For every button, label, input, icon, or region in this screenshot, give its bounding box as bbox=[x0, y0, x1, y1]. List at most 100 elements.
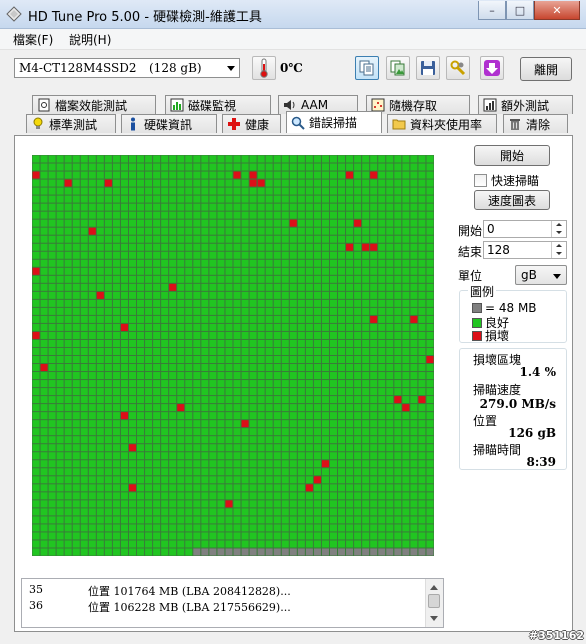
tab-extra-tests[interactable]: 額外測試 bbox=[478, 95, 573, 114]
end-input[interactable]: 128 bbox=[483, 241, 567, 259]
scan-block-good bbox=[370, 291, 378, 299]
scan-block-good bbox=[289, 227, 297, 235]
copy-text-button[interactable] bbox=[355, 56, 379, 80]
scan-block-good bbox=[338, 243, 346, 251]
scan-block-good bbox=[153, 492, 161, 500]
spin-down-icon[interactable] bbox=[551, 250, 566, 258]
tab-error-scan[interactable]: 錯誤掃描 bbox=[286, 111, 382, 133]
scan-block-good bbox=[80, 452, 88, 460]
scan-block-good bbox=[273, 243, 281, 251]
scan-block-good bbox=[410, 508, 418, 516]
scan-block-good bbox=[104, 323, 112, 331]
scan-block-damaged bbox=[346, 171, 354, 179]
tab-health[interactable]: 健康 bbox=[222, 114, 281, 133]
scan-block-good bbox=[96, 548, 104, 556]
scan-block-good bbox=[354, 452, 362, 460]
scan-block-unscanned bbox=[265, 548, 273, 556]
download-button[interactable] bbox=[480, 56, 504, 80]
scan-block-good bbox=[40, 516, 48, 524]
scan-block-good bbox=[112, 155, 120, 163]
options-button[interactable] bbox=[446, 56, 470, 80]
scan-block-good bbox=[112, 219, 120, 227]
scan-block-good bbox=[249, 339, 257, 347]
scan-block-good bbox=[32, 404, 40, 412]
scan-block-good bbox=[418, 388, 426, 396]
scan-block-good bbox=[56, 259, 64, 267]
exit-button[interactable]: 離開 bbox=[520, 57, 572, 81]
scan-block-good bbox=[329, 540, 338, 548]
scan-block-good bbox=[338, 396, 346, 404]
scan-block-good bbox=[128, 299, 137, 307]
scan-block-good bbox=[72, 315, 80, 323]
menu-file[interactable]: 檔案(F) bbox=[13, 31, 53, 48]
tab-erase[interactable]: 清除 bbox=[503, 114, 568, 133]
scan-block-good bbox=[362, 291, 370, 299]
scan-block-good bbox=[257, 259, 265, 267]
scan-block-good bbox=[128, 436, 137, 444]
scan-block-good bbox=[64, 323, 72, 331]
scan-block-good bbox=[265, 540, 273, 548]
scan-block-good bbox=[88, 323, 96, 331]
scan-block-good bbox=[257, 396, 265, 404]
scroll-up-icon[interactable] bbox=[430, 585, 438, 590]
title-bar[interactable]: HD Tune Pro 5.00 - 硬碟檢測-維護工具 – □ ✕ bbox=[0, 0, 586, 29]
scan-block-good bbox=[193, 211, 201, 219]
maximize-button[interactable]: □ bbox=[506, 1, 534, 20]
scan-block-good bbox=[410, 323, 418, 331]
scan-block-good bbox=[64, 476, 72, 484]
scan-block-good bbox=[153, 307, 161, 315]
log-scrollbar[interactable] bbox=[425, 579, 443, 627]
scan-block-good bbox=[402, 171, 410, 179]
scan-block-damaged bbox=[96, 291, 104, 299]
start-input-value: 0 bbox=[487, 222, 495, 236]
spin-down-icon[interactable] bbox=[551, 229, 566, 237]
scan-block-good bbox=[104, 476, 112, 484]
tab-file-benchmark[interactable]: 檔案效能測試 bbox=[32, 95, 156, 114]
tab-benchmark[interactable]: 標準測試 bbox=[26, 114, 116, 133]
scan-block-good bbox=[346, 203, 354, 211]
scan-block-good bbox=[185, 331, 193, 339]
speed-map-button[interactable]: 速度圖表 bbox=[474, 190, 550, 210]
copy-screenshot-button[interactable] bbox=[386, 56, 410, 80]
scan-block-good bbox=[313, 388, 321, 396]
scan-block-good bbox=[225, 163, 233, 171]
scan-block-good bbox=[281, 532, 289, 540]
close-button[interactable]: ✕ bbox=[534, 1, 580, 20]
scan-block-good bbox=[40, 388, 48, 396]
scan-block-good bbox=[225, 524, 233, 532]
scan-block-good bbox=[120, 380, 128, 388]
scan-block-good bbox=[48, 508, 56, 516]
quick-scan-checkbox[interactable]: 快速掃瞄 bbox=[474, 172, 539, 189]
scan-block-good bbox=[257, 436, 265, 444]
start-input[interactable]: 0 bbox=[483, 220, 567, 238]
scan-block-good bbox=[297, 235, 305, 243]
checkbox-box[interactable] bbox=[474, 174, 487, 187]
start-scan-button[interactable]: 開始 bbox=[474, 145, 550, 166]
scan-block-good bbox=[48, 548, 56, 556]
scan-block-good bbox=[169, 428, 177, 436]
menu-help[interactable]: 說明(H) bbox=[69, 31, 111, 48]
tab-drive-info[interactable]: 硬碟資訊 bbox=[121, 114, 217, 133]
spin-up-icon[interactable] bbox=[551, 242, 566, 250]
scan-block-good bbox=[418, 315, 426, 323]
scroll-thumb[interactable] bbox=[428, 594, 440, 608]
scan-block-good bbox=[249, 187, 257, 195]
scan-block-good bbox=[426, 211, 434, 219]
tab-disk-monitor[interactable]: 磁碟監視 bbox=[165, 95, 271, 114]
tab-folder-usage[interactable]: 資料夾使用率 bbox=[387, 114, 497, 133]
spin-up-icon[interactable] bbox=[551, 221, 566, 229]
unit-select[interactable]: gB bbox=[515, 265, 567, 285]
scan-block-good bbox=[48, 412, 56, 420]
scan-log[interactable]: 35 位置 101764 MB (LBA 208412828)... 36 位置… bbox=[21, 578, 444, 628]
minimize-button[interactable]: – bbox=[478, 1, 506, 20]
scroll-down-icon[interactable] bbox=[430, 616, 438, 621]
scan-block-good bbox=[265, 251, 273, 259]
health-cross-icon bbox=[227, 117, 241, 131]
scan-block-good bbox=[40, 347, 48, 355]
drive-select[interactable]: M4-CT128M4SSD2 (128 gB) bbox=[14, 58, 240, 78]
scan-block-good bbox=[265, 155, 273, 163]
save-button[interactable] bbox=[416, 56, 440, 80]
scan-block-good bbox=[217, 428, 225, 436]
scan-block-good bbox=[56, 476, 64, 484]
temperature-button[interactable] bbox=[252, 56, 276, 80]
